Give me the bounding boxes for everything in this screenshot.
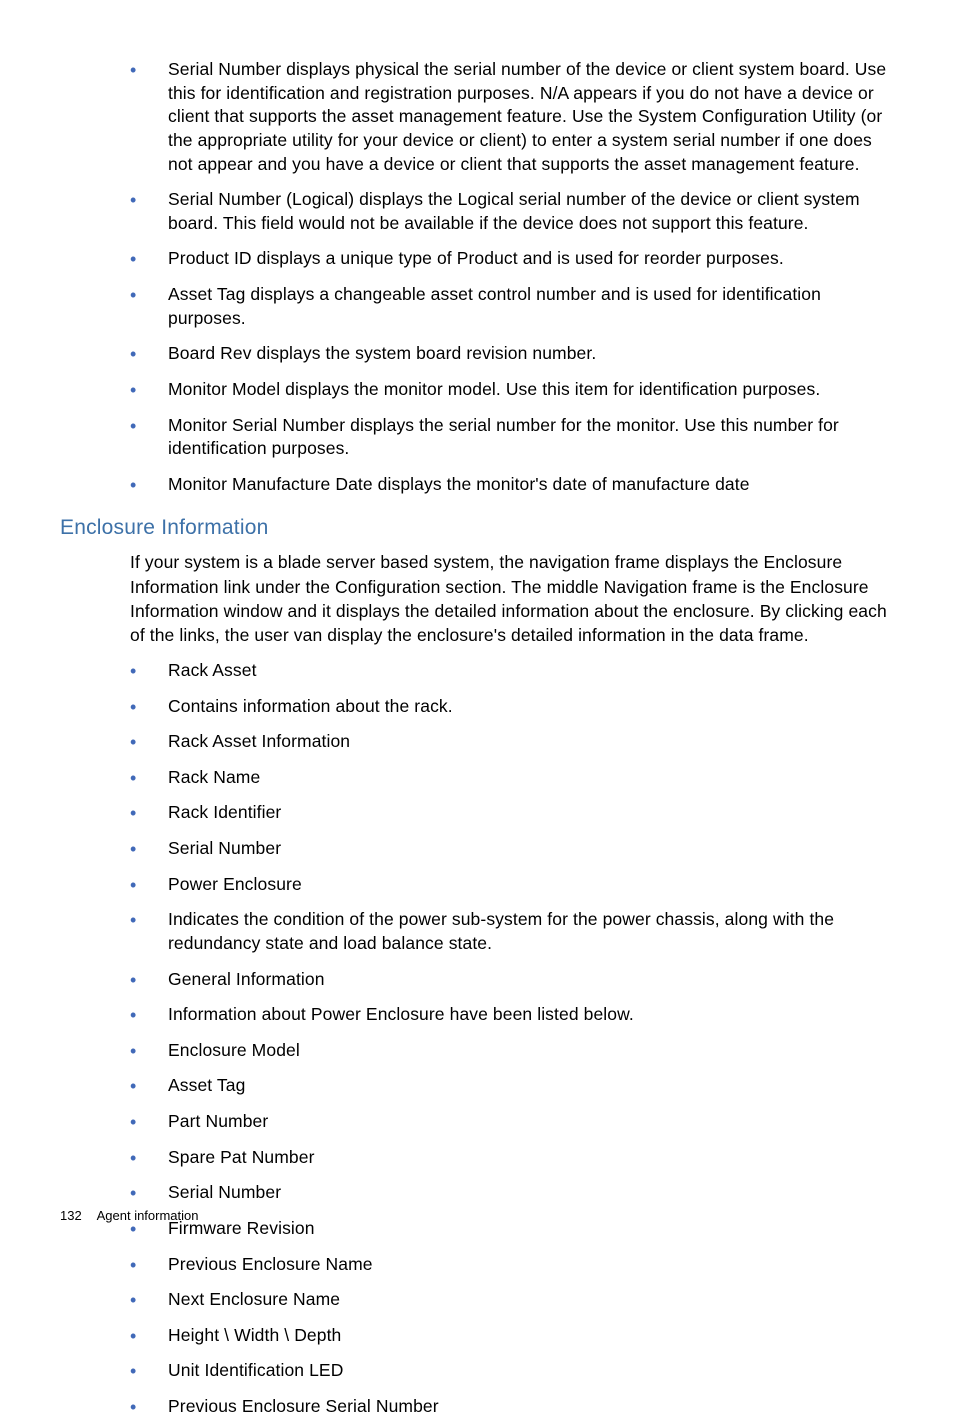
list-item: Height \ Width \ Depth [130,1324,894,1348]
list-item: Board Rev displays the system board revi… [130,342,894,366]
list-item-text: Rack Asset Information [168,731,350,751]
list-item: Rack Identifier [130,801,894,825]
list-item-text: Serial Number [168,1182,281,1202]
list-item-text: Spare Pat Number [168,1147,315,1167]
list-item: Serial Number (Logical) displays the Log… [130,188,894,235]
list-item-text: Rack Identifier [168,802,281,822]
list-item-text: Rack Asset [168,660,257,680]
list-item-text: Board Rev displays the system board revi… [168,343,596,363]
list-item: Previous Enclosure Name [130,1253,894,1277]
list-item-text: Indicates the condition of the power sub… [168,909,834,953]
bullet-list-1: Serial Number displays physical the seri… [130,58,894,496]
list-item-text: Asset Tag displays a changeable asset co… [168,284,821,328]
list-item: Serial Number [130,1181,894,1205]
page-number: 132 [60,1208,82,1223]
list-item-text: Asset Tag [168,1075,245,1095]
list-item: Asset Tag [130,1074,894,1098]
list-item: Rack Asset Information [130,730,894,754]
list-item-text: Serial Number (Logical) displays the Log… [168,189,860,233]
list-item-text: Previous Enclosure Serial Number [168,1396,439,1416]
list-item: Part Number [130,1110,894,1134]
list-item-text: Unit Identification LED [168,1360,343,1380]
list-item: Previous Enclosure Serial Number [130,1395,894,1419]
page-footer: 132 Agent information [60,1208,199,1223]
section2-paragraph: If your system is a blade server based s… [130,550,894,647]
list-item-text: Power Enclosure [168,874,302,894]
list-item: Serial Number displays physical the seri… [130,58,894,176]
list-item: Next Enclosure Name [130,1288,894,1312]
list-item-text: Contains information about the rack. [168,696,453,716]
list-item-text: Height \ Width \ Depth [168,1325,341,1345]
list-item: Monitor Serial Number displays the seria… [130,414,894,461]
section2-content: If your system is a blade server based s… [130,550,894,1418]
list-item: Enclosure Model [130,1039,894,1063]
list-item: Information about Power Enclosure have b… [130,1003,894,1027]
bullet-list-2: Rack Asset Contains information about th… [130,659,894,1419]
list-item: Rack Name [130,766,894,790]
list-item: Firmware Revision [130,1217,894,1241]
list-item-text: Next Enclosure Name [168,1289,340,1309]
list-item-text: Monitor Manufacture Date displays the mo… [168,474,750,494]
list-item: Unit Identification LED [130,1359,894,1383]
list-item-text: General Information [168,969,325,989]
list-item: Indicates the condition of the power sub… [130,908,894,955]
list-item-text: Serial Number displays physical the seri… [168,59,886,174]
list-item: Monitor Manufacture Date displays the mo… [130,473,894,497]
list-item: Rack Asset [130,659,894,683]
list-item: Asset Tag displays a changeable asset co… [130,283,894,330]
list-item: Product ID displays a unique type of Pro… [130,247,894,271]
list-item: Serial Number [130,837,894,861]
list-item-text: Information about Power Enclosure have b… [168,1004,634,1024]
list-item: Monitor Model displays the monitor model… [130,378,894,402]
page-content: Serial Number displays physical the seri… [0,0,954,1419]
list-item-text: Serial Number [168,838,281,858]
section-heading-enclosure-information: Enclosure Information [60,516,894,540]
list-item-text: Rack Name [168,767,260,787]
footer-title: Agent information [97,1208,199,1223]
list-item: General Information [130,968,894,992]
first-list-block: Serial Number displays physical the seri… [130,58,894,496]
list-item-text: Monitor Model displays the monitor model… [168,379,820,399]
list-item-text: Product ID displays a unique type of Pro… [168,248,784,268]
list-item-text: Part Number [168,1111,268,1131]
list-item: Contains information about the rack. [130,695,894,719]
list-item-text: Enclosure Model [168,1040,300,1060]
list-item: Power Enclosure [130,873,894,897]
list-item-text: Monitor Serial Number displays the seria… [168,415,839,459]
list-item: Spare Pat Number [130,1146,894,1170]
